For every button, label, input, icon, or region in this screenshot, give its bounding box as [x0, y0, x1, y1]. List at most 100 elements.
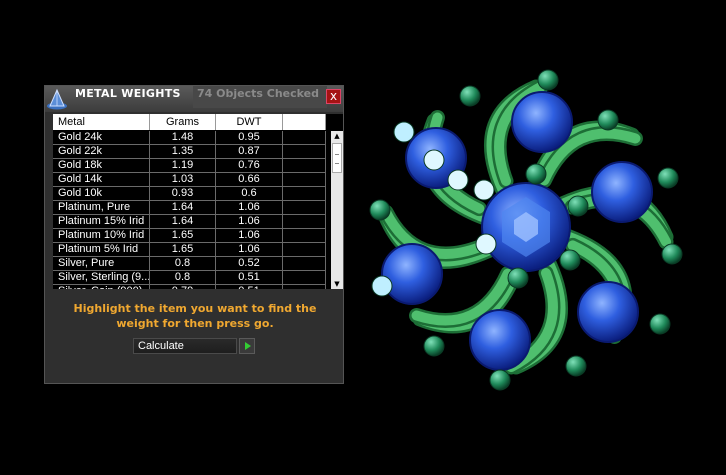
cell-metal: Silver, Sterling (9... — [53, 271, 150, 284]
cell-grams: 0.79 — [150, 285, 216, 289]
cell-grams: 0.8 — [150, 271, 216, 284]
column-header-grams[interactable]: Grams — [150, 114, 216, 130]
cell-dwt: 0.51 — [216, 271, 283, 284]
table-row[interactable]: Platinum 5% Irid 1.65 1.06 — [53, 243, 326, 257]
cell-blank — [283, 229, 326, 242]
objects-checked-status: 74 Objects Checked — [197, 87, 319, 100]
cell-blank — [283, 173, 326, 186]
cell-blank — [283, 271, 326, 284]
prong-bead — [559, 249, 581, 271]
cell-blank — [283, 145, 326, 158]
action-select[interactable]: Calculate — [133, 338, 237, 354]
cell-metal: Silver, Coin (900) — [53, 285, 150, 289]
cell-blank — [283, 215, 326, 228]
cell-grams: 0.8 — [150, 257, 216, 270]
cell-dwt: 1.06 — [216, 215, 283, 228]
cell-dwt: 0.52 — [216, 257, 283, 270]
prong-bead — [661, 243, 683, 265]
cell-metal: Gold 24k — [53, 131, 150, 144]
prong-bead — [459, 85, 481, 107]
cell-dwt: 1.06 — [216, 201, 283, 214]
cell-metal: Platinum 15% Irid — [53, 215, 150, 228]
arrow-down-icon[interactable]: ▼ — [331, 279, 343, 289]
cell-dwt: 0.6 — [216, 187, 283, 200]
cell-blank — [283, 187, 326, 200]
table-row[interactable]: Gold 24k 1.48 0.95 — [53, 131, 326, 145]
title-bar[interactable]: METAL WEIGHTS 74 Objects Checked x — [45, 86, 343, 112]
close-icon: x — [329, 89, 338, 103]
cell-metal: Platinum, Pure — [53, 201, 150, 214]
scrollbar-thumb[interactable] — [332, 143, 342, 173]
cell-grams: 1.65 — [150, 243, 216, 256]
column-header-dwt[interactable]: DWT — [216, 114, 283, 130]
side-gem — [577, 281, 639, 343]
cell-dwt: 1.06 — [216, 229, 283, 242]
table-row[interactable]: Platinum 15% Irid 1.64 1.06 — [53, 215, 326, 229]
cell-grams: 1.19 — [150, 159, 216, 172]
side-gem — [469, 309, 531, 371]
table-row[interactable]: Gold 10k 0.93 0.6 — [53, 187, 326, 201]
cell-blank — [283, 159, 326, 172]
prong-bead — [473, 179, 495, 201]
instruction-text: Highlight the item you want to find the … — [73, 302, 317, 330]
arrow-up-icon[interactable]: ▲ — [331, 131, 343, 141]
prong-bead — [475, 233, 497, 255]
column-header-blank[interactable] — [283, 114, 326, 130]
close-button[interactable]: x — [326, 89, 341, 104]
cell-blank — [283, 257, 326, 270]
table-row[interactable]: Silver, Pure 0.8 0.52 — [53, 257, 326, 271]
prong-bead — [369, 199, 391, 221]
side-gem — [591, 161, 653, 223]
cell-metal: Gold 18k — [53, 159, 150, 172]
table-row[interactable]: Platinum, Pure 1.64 1.06 — [53, 201, 326, 215]
column-header-metal[interactable]: Metal — [53, 114, 150, 130]
cell-grams: 0.93 — [150, 187, 216, 200]
prong-bead — [507, 267, 529, 289]
prong-bead — [525, 163, 547, 185]
prong-bead — [393, 121, 415, 143]
prong-bead — [447, 169, 469, 191]
prong-bead — [649, 313, 671, 335]
prong-bead — [423, 335, 445, 357]
cell-metal: Gold 14k — [53, 173, 150, 186]
table-scrollbar[interactable]: ▲ ▼ — [331, 131, 343, 289]
jewelry-3d-model[interactable] — [360, 62, 700, 402]
cell-grams: 1.64 — [150, 201, 216, 214]
cell-dwt: 0.87 — [216, 145, 283, 158]
cell-metal: Platinum 5% Irid — [53, 243, 150, 256]
cell-blank — [283, 201, 326, 214]
table-body: Gold 24k 1.48 0.95 Gold 22k 1.35 0.87 Gold 18k… — [53, 131, 326, 289]
prong-bead — [657, 167, 679, 189]
go-button[interactable] — [239, 338, 255, 354]
cell-grams: 1.48 — [150, 131, 216, 144]
cell-metal: Platinum 10% Irid — [53, 229, 150, 242]
prong-bead — [565, 355, 587, 377]
prong-bead — [537, 69, 559, 91]
cell-blank — [283, 131, 326, 144]
side-gem — [381, 243, 443, 305]
prong-bead — [423, 149, 445, 171]
cell-metal: Gold 22k — [53, 145, 150, 158]
table-row[interactable]: Silver, Sterling (9... 0.8 0.51 — [53, 271, 326, 285]
table-row[interactable]: Gold 22k 1.35 0.87 — [53, 145, 326, 159]
table-row[interactable]: Platinum 10% Irid 1.65 1.06 — [53, 229, 326, 243]
cell-dwt: 0.95 — [216, 131, 283, 144]
side-gem — [511, 91, 573, 153]
cell-dwt: 0.51 — [216, 285, 283, 289]
prong-bead — [489, 369, 511, 391]
pyramid-icon — [47, 88, 67, 110]
cell-metal: Gold 10k — [53, 187, 150, 200]
table-row[interactable]: Gold 18k 1.19 0.76 — [53, 159, 326, 173]
prong-bead — [597, 109, 619, 131]
table-row[interactable]: Gold 14k 1.03 0.66 — [53, 173, 326, 187]
prong-bead — [567, 195, 589, 217]
cell-grams: 1.65 — [150, 229, 216, 242]
cell-grams: 1.03 — [150, 173, 216, 186]
table-row[interactable]: Silver, Coin (900)0.790.51 — [53, 285, 326, 289]
cell-dwt: 0.66 — [216, 173, 283, 186]
cell-grams: 1.64 — [150, 215, 216, 228]
prong-bead — [371, 275, 393, 297]
window-title: METAL WEIGHTS — [75, 87, 181, 100]
cell-dwt: 0.76 — [216, 159, 283, 172]
table-header: Metal Grams DWT — [53, 114, 326, 130]
